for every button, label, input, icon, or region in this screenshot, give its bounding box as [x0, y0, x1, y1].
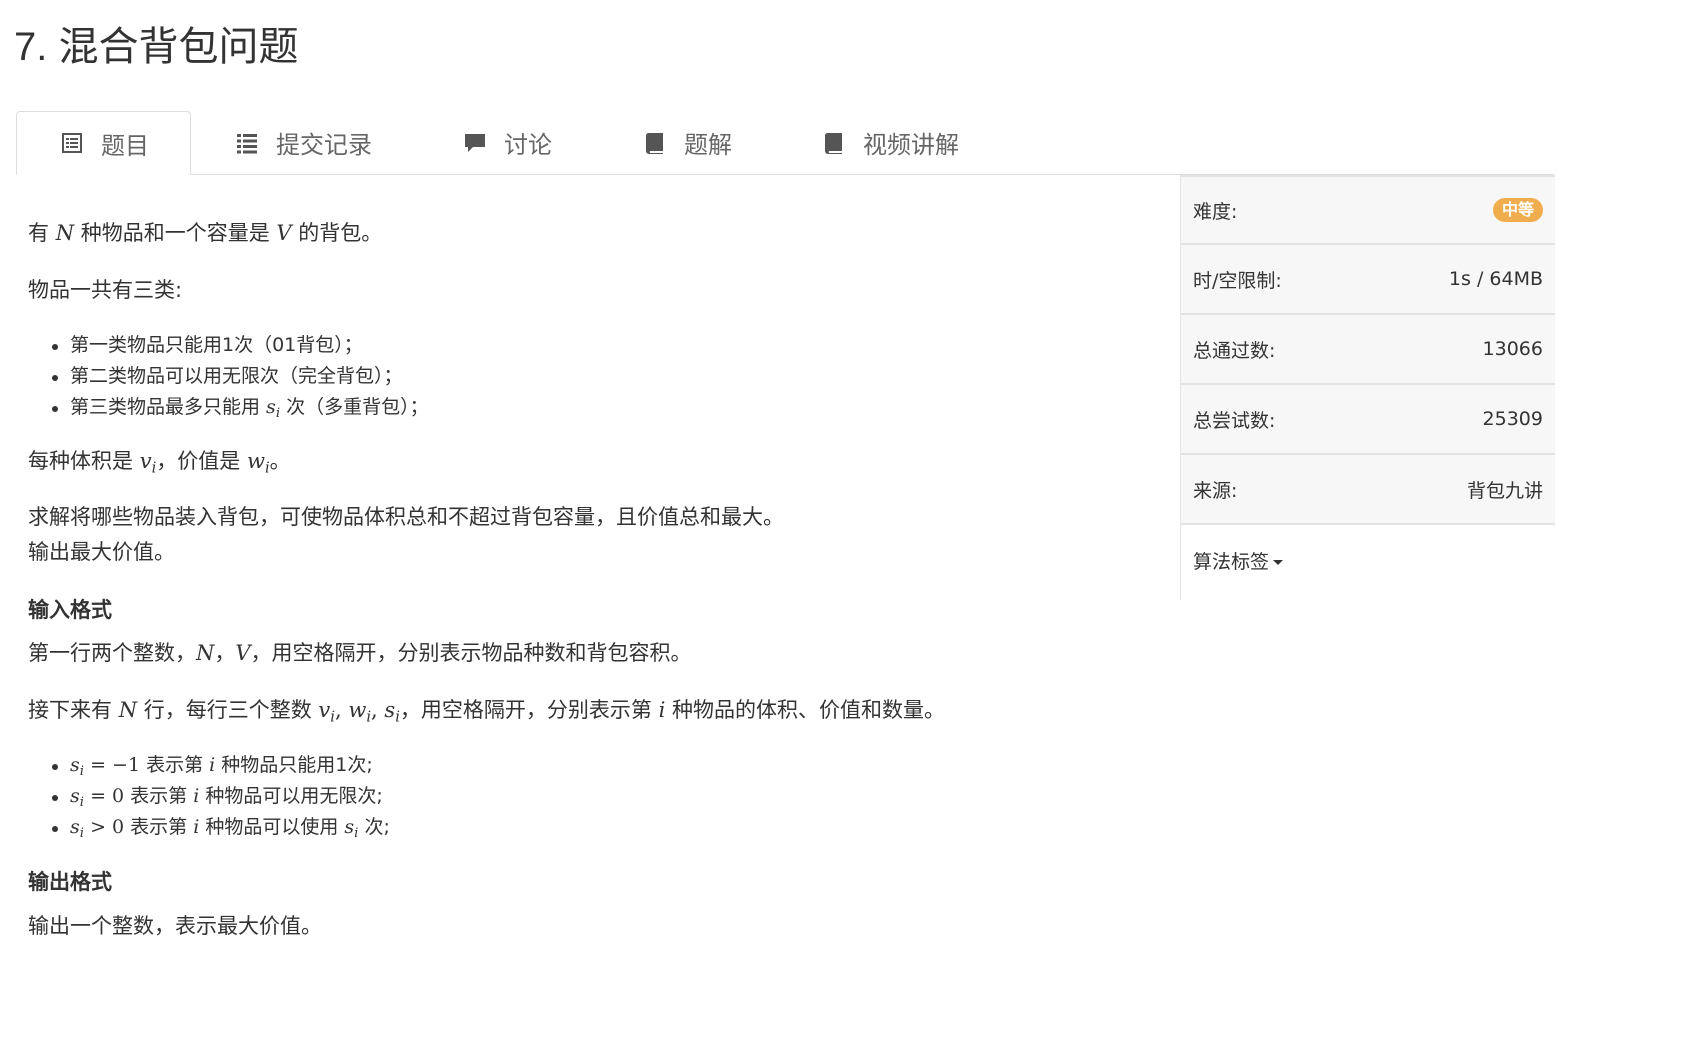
tags-row: 算法标签	[1181, 525, 1555, 595]
list-item: si > 0 表示第 i 种物品可以使用 si 次;	[52, 812, 390, 843]
difficulty-label: 难度:	[1193, 200, 1238, 223]
source-value: 背包九讲	[1466, 479, 1543, 502]
categories-list: 第一类物品只能用1次（01背包）； 第二类物品可以用无限次（完全背包）； 第三类…	[52, 330, 429, 423]
limit-label: 时/空限制:	[1193, 269, 1282, 292]
caret-down-icon	[1273, 559, 1284, 565]
tab-label: 题目	[101, 131, 149, 160]
book-icon	[642, 130, 668, 156]
tab-submissions[interactable]: 提交记录	[234, 111, 372, 174]
source-label: 来源:	[1193, 479, 1238, 502]
output-format-heading: 输出格式	[28, 870, 112, 894]
attempts-label: 总尝试数:	[1193, 409, 1276, 432]
tab-bar: 题目 提交记录 讨论 题解 视频讲解	[16, 111, 1554, 175]
tab-label: 讨论	[504, 131, 552, 159]
list-item: si = −1 表示第 i 种物品只能用1次;	[52, 750, 390, 781]
rules-list: si = −1 表示第 i 种物品只能用1次; si = 0 表示第 i 种物品…	[52, 750, 390, 843]
list-item: si = 0 表示第 i 种物品可以用无限次;	[52, 781, 390, 812]
tab-solutions[interactable]: 题解	[642, 111, 732, 174]
list-box-icon	[59, 130, 85, 156]
tab-video[interactable]: 视频讲解	[821, 111, 959, 174]
tab-label: 视频讲解	[863, 131, 959, 159]
limit-value: 1s / 64MB	[1448, 268, 1543, 290]
list-icon	[234, 130, 260, 156]
difficulty-badge: 中等	[1492, 198, 1543, 222]
source-row: 来源: 背包九讲	[1181, 455, 1555, 525]
categories-intro: 物品一共有三类:	[28, 278, 183, 302]
attempts-row: 总尝试数: 25309	[1181, 385, 1555, 455]
algorithm-tags-toggle[interactable]: 算法标签	[1193, 547, 1284, 574]
goal-text-2: 输出最大价值。	[28, 540, 175, 564]
page-title: 7. 混合背包问题	[14, 25, 299, 69]
passed-value: 13066	[1482, 338, 1543, 360]
goal-text: 求解将哪些物品装入背包，可使物品体积总和不超过背包容量，且价值总和最大。	[28, 505, 784, 529]
volume-value-text: 每种体积是 vi，价值是 wi。	[28, 449, 291, 477]
problem-info-panel: 难度: 中等 时/空限制: 1s / 64MB 总通过数: 13066 总尝试数…	[1180, 175, 1555, 600]
attempts-value: 25309	[1482, 408, 1543, 430]
difficulty-row: 难度: 中等	[1181, 175, 1555, 245]
intro-text: 有 N 种物品和一个容量是 V 的背包。	[28, 221, 383, 245]
tab-label: 提交记录	[276, 131, 372, 159]
input-line-2: 接下来有 N 行，每行三个整数 vi, wi, si，用空格隔开，分别表示第 i…	[28, 698, 945, 726]
tab-discussion[interactable]: 讨论	[462, 111, 552, 174]
output-line: 输出一个整数，表示最大价值。	[28, 914, 322, 938]
input-format-heading: 输入格式	[28, 598, 112, 622]
tab-problem[interactable]: 题目	[16, 111, 191, 175]
list-item: 第二类物品可以用无限次（完全背包）；	[52, 361, 429, 392]
comment-icon	[462, 130, 488, 156]
passed-row: 总通过数: 13066	[1181, 315, 1555, 385]
book-icon	[821, 130, 847, 156]
tab-label: 题解	[684, 131, 732, 159]
list-item: 第一类物品只能用1次（01背包）；	[52, 330, 429, 361]
list-item: 第三类物品最多只能用 si 次（多重背包）；	[52, 392, 429, 423]
limit-row: 时/空限制: 1s / 64MB	[1181, 245, 1555, 315]
input-line-1: 第一行两个整数，N，V，用空格隔开，分别表示物品种数和背包容积。	[28, 641, 692, 665]
passed-label: 总通过数:	[1193, 339, 1276, 362]
